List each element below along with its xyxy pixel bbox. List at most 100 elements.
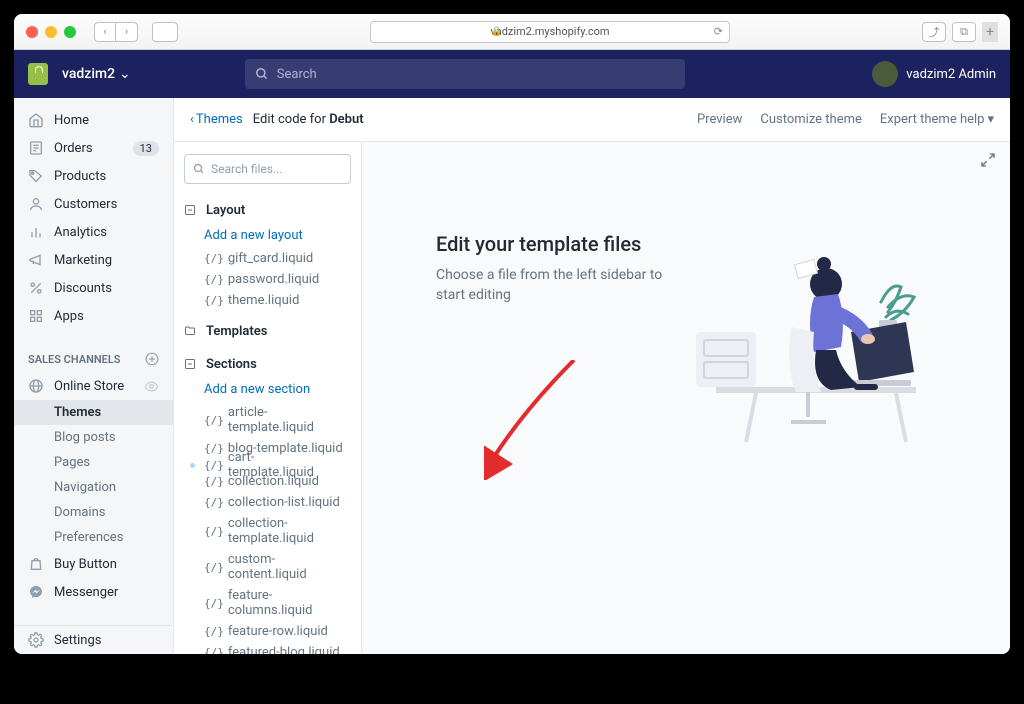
sections-folder[interactable]: Sections — [184, 352, 351, 377]
megaphone-icon — [28, 252, 44, 268]
tag-icon — [28, 168, 44, 184]
sidebar-sub-navigation[interactable]: Navigation — [54, 475, 173, 500]
traffic-lights — [26, 26, 76, 38]
sales-channels-header: SALES CHANNELS — [14, 338, 173, 372]
sidebar-item-analytics[interactable]: Analytics — [14, 218, 173, 246]
minimize-window-icon[interactable] — [45, 26, 57, 38]
sidebar-item-home[interactable]: Home — [14, 106, 173, 134]
tabs-icon[interactable]: ⧉ — [952, 22, 976, 42]
share-icon[interactable]: ⤴ — [922, 22, 946, 42]
file-feature-row-liquid[interactable]: {/} feature-row.liquid — [184, 621, 351, 642]
search-input[interactable]: Search — [245, 59, 685, 89]
add-channel-icon[interactable] — [145, 352, 159, 366]
file-collection-template-liquid[interactable]: {/} collection-template.liquid — [184, 513, 351, 549]
file-cart-template-liquid[interactable]: {/} cart-template.liquid — [184, 459, 204, 471]
admin-sidebar: HomeOrders13ProductsCustomersAnalyticsMa… — [14, 98, 174, 654]
sidebar-sub-preferences[interactable]: Preferences — [54, 525, 173, 550]
orders-icon — [28, 140, 44, 156]
sidebar-sub-themes[interactable]: Themes — [14, 400, 173, 425]
folder-collapse-icon — [184, 204, 198, 218]
channels-header-label: SALES CHANNELS — [28, 353, 121, 366]
user-name-label: vadzim2 Admin — [906, 67, 996, 82]
shopify-logo-icon[interactable] — [28, 63, 48, 85]
add-layout-link[interactable]: Add a new layout — [184, 223, 351, 248]
file-password-liquid[interactable]: {/} password.liquid — [184, 269, 351, 290]
empty-state-body: Choose a file from the left sidebar to s… — [436, 266, 676, 305]
sidebar-sub-domains[interactable]: Domains — [54, 500, 173, 525]
file-featured-blog-liquid[interactable]: {/} featured-blog.liquid — [184, 642, 351, 654]
user-menu[interactable]: vadzim2 Admin — [872, 61, 996, 87]
address-bar[interactable]: 🔒 vadzim2.myshopify.com ⟳ — [370, 21, 730, 43]
file-collection-liquid[interactable]: {/} collection.liquid — [184, 471, 351, 492]
store-icon — [28, 378, 44, 394]
chevron-down-icon: ▾ — [987, 112, 994, 127]
reload-icon[interactable]: ⟳ — [714, 25, 723, 38]
file-article-template-liquid[interactable]: {/} article-template.liquid — [184, 402, 351, 438]
bag-icon — [28, 556, 44, 572]
back-to-themes[interactable]: ‹ Themes — [190, 112, 243, 127]
forward-button[interactable]: › — [116, 22, 138, 42]
chevron-down-icon: ⌄ — [119, 66, 131, 82]
lock-icon: 🔒 — [491, 27, 502, 37]
page-header: ‹ Themes Edit code for Debut Preview Cus… — [174, 98, 1010, 142]
sidebar-channel-online-store[interactable]: Online Store — [14, 372, 173, 400]
sidebar-sub-pages[interactable]: Pages — [54, 450, 173, 475]
percent-icon — [28, 280, 44, 296]
sidebar-sub-blog-posts[interactable]: Blog posts — [54, 425, 173, 450]
add-section-link[interactable]: Add a new section — [184, 377, 351, 402]
sidebar-channel-messenger[interactable]: Messenger — [14, 578, 173, 606]
close-window-icon[interactable] — [26, 26, 38, 38]
expert-help-dropdown[interactable]: Expert theme help ▾ — [880, 112, 994, 127]
folder-icon — [184, 325, 198, 339]
preview-link[interactable]: Preview — [697, 112, 742, 127]
sidebar-item-apps[interactable]: Apps — [14, 302, 173, 330]
sidebar-item-discounts[interactable]: Discounts — [14, 274, 173, 302]
chevron-left-icon: ‹ — [190, 112, 194, 127]
customize-theme-link[interactable]: Customize theme — [760, 112, 862, 127]
gear-icon — [28, 632, 44, 648]
file-custom-content-liquid[interactable]: {/} custom-content.liquid — [184, 549, 351, 585]
store-switcher[interactable]: vadzim2 ⌄ — [62, 66, 131, 82]
nav-back-forward: ‹ › — [94, 22, 138, 42]
search-placeholder: Search — [277, 67, 317, 82]
layout-folder[interactable]: Layout — [184, 198, 351, 223]
sidebar-toggle[interactable] — [152, 22, 178, 42]
sidebar-item-customers[interactable]: Customers — [14, 190, 173, 218]
grid-icon — [28, 308, 44, 324]
home-icon — [28, 112, 44, 128]
sidebar-settings[interactable]: Settings — [14, 626, 173, 654]
search-icon — [255, 67, 269, 81]
badge: 13 — [133, 141, 159, 156]
messenger-icon — [28, 584, 44, 600]
back-button[interactable]: ‹ — [94, 22, 116, 42]
folder-collapse-icon — [184, 358, 198, 372]
file-search-placeholder: Search files... — [211, 162, 282, 176]
fullscreen-icon[interactable] — [980, 152, 996, 168]
templates-folder[interactable]: Templates — [184, 319, 351, 344]
url-text: vadzim2.myshopify.com — [490, 25, 609, 38]
file-gift_card-liquid[interactable]: {/} gift_card.liquid — [184, 248, 351, 269]
shopify-topbar: vadzim2 ⌄ Search vadzim2 Admin — [14, 50, 1010, 98]
sidebar-item-orders[interactable]: Orders13 — [14, 134, 173, 162]
browser-chrome: ‹ › 🔒 vadzim2.myshopify.com ⟳ ⤴ ⧉ + — [14, 14, 1010, 50]
file-collection-list-liquid[interactable]: {/} collection-list.liquid — [184, 492, 351, 513]
file-tree-panel: Search files... Layout Add a new layout … — [174, 142, 362, 654]
empty-state: Edit your template files Choose a file f… — [412, 232, 960, 442]
user-icon — [28, 196, 44, 212]
settings-label: Settings — [54, 633, 101, 648]
avatar — [872, 61, 898, 87]
file-theme-liquid[interactable]: {/} theme.liquid — [184, 290, 351, 311]
store-name-label: vadzim2 — [62, 66, 115, 82]
search-icon — [193, 163, 205, 175]
sidebar-channel-buy-button[interactable]: Buy Button — [14, 550, 173, 578]
illustration — [696, 232, 936, 442]
maximize-window-icon[interactable] — [64, 26, 76, 38]
sidebar-item-products[interactable]: Products — [14, 162, 173, 190]
chart-icon — [28, 224, 44, 240]
eye-icon[interactable] — [144, 379, 159, 394]
file-search-input[interactable]: Search files... — [184, 154, 351, 184]
new-tab-icon[interactable]: + — [982, 22, 998, 42]
editor-canvas: Edit your template files Choose a file f… — [362, 142, 1010, 654]
file-feature-columns-liquid[interactable]: {/} feature-columns.liquid — [184, 585, 351, 621]
sidebar-item-marketing[interactable]: Marketing — [14, 246, 173, 274]
